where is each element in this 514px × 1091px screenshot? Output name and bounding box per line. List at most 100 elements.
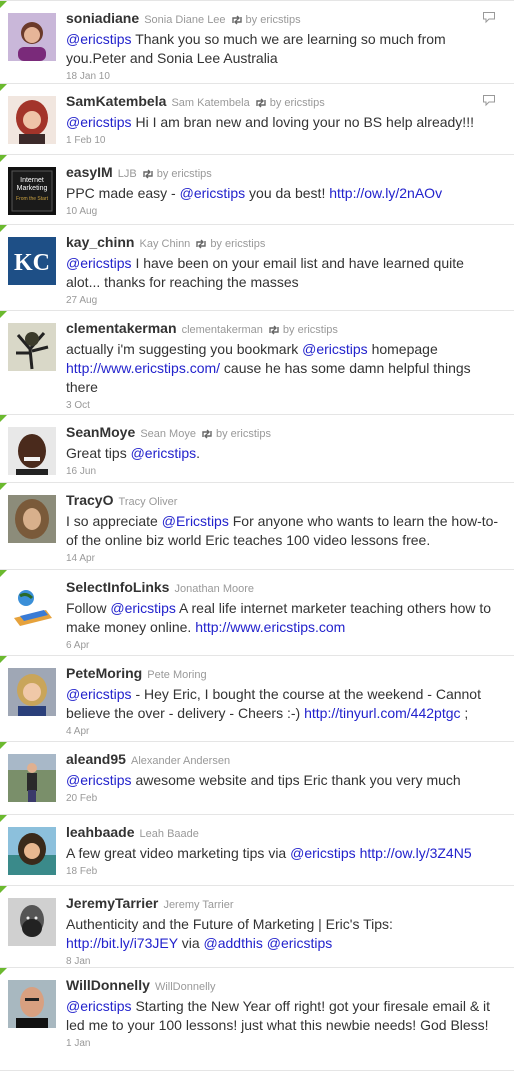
tweet-text-segment: Follow [66,600,111,616]
avatar-woman-purple[interactable] [8,13,56,61]
tweet-row[interactable]: leahbaade Leah Baade A few great video ma… [0,815,514,886]
tweet-text: @ericstips Thank you so much we are lear… [66,30,500,68]
url-link[interactable]: http://ow.ly/3Z4N5 [360,845,472,861]
tweet-row[interactable]: SeanMoye Sean Moye by ericstips Great tips… [0,415,514,483]
tweet-timestamp[interactable]: 4 Apr [66,726,500,737]
mention-link[interactable]: @ericstips [180,185,246,201]
tweet-row[interactable]: soniadiane Sonia Diane Lee by ericstips @e… [0,0,514,84]
tweet-timestamp[interactable]: 18 Feb [66,866,500,877]
full-name: Jeremy Tarrier [163,899,234,911]
tweet-timestamp[interactable]: 18 Jan 10 [66,71,500,82]
screen-name-link[interactable]: soniadiane [66,10,139,26]
url-link[interactable]: http://bit.ly/i73JEY [66,935,178,951]
reply-icon[interactable] [482,94,496,107]
tweet-text-segment: Authenticity and the Future of Marketing… [66,916,393,932]
retweeted-by-label[interactable]: by ericstips [270,97,325,109]
screen-name-link[interactable]: WillDonnelly [66,977,150,993]
mention-link[interactable]: @ericstips [302,341,368,357]
screen-name-link[interactable]: JeremyTarrier [66,895,158,911]
tweet-row[interactable]: WillDonnelly WillDonnelly @ericstips Star… [0,968,514,1071]
tweet-timestamp[interactable]: 8 Jan [66,956,500,967]
tweet-content: SamKatembela Sam Katembela by ericstips @e… [66,93,500,147]
screen-name-link[interactable]: leahbaade [66,824,134,840]
tweet-content: PeteMoring Pete Moring @ericstips - Hey E… [66,666,500,738]
tweet-header: TracyO Tracy Oliver [66,493,500,509]
tweet-row[interactable]: SamKatembela Sam Katembela by ericstips @e… [0,84,514,155]
tweet-timestamp[interactable]: 6 Apr [66,640,500,651]
tweet-timestamp[interactable]: 10 Aug [66,206,500,217]
tweet-timestamp[interactable]: 14 Apr [66,553,500,564]
retweeted-by: by ericstips [268,324,338,336]
screen-name-link[interactable]: SamKatembela [66,93,166,109]
screen-name-link[interactable]: PeteMoring [66,665,142,681]
screen-name-link[interactable]: kay_chinn [66,234,134,250]
reply-icon[interactable] [482,11,496,24]
avatar-woman-red-hair[interactable] [8,96,56,144]
avatar-woman-long-hair[interactable] [8,495,56,543]
tweet-timestamp[interactable]: 27 Aug [66,295,500,306]
retweet-icon [256,98,266,108]
tweet-row[interactable]: clementakerman clementakerman by ericstip… [0,311,514,415]
screen-name-link[interactable]: easyIM [66,164,113,180]
new-indicator-corner [0,968,7,975]
screen-name-link[interactable]: SelectInfoLinks [66,579,169,595]
tweet-timestamp[interactable]: 1 Jan [66,1038,500,1049]
screen-name-link[interactable]: SeanMoye [66,424,135,440]
retweeted-by-label[interactable]: by ericstips [210,238,265,250]
retweeted-by-label[interactable]: by ericstips [283,324,338,336]
tweet-timestamp[interactable]: 3 Oct [66,400,500,411]
avatar-man-beard-bw[interactable] [8,898,56,946]
tweet-timestamp[interactable]: 16 Jun [66,466,500,477]
tweet-timestamp[interactable]: 1 Feb 10 [66,135,500,146]
url-link[interactable]: http://www.ericstips.com [195,619,345,635]
screen-name-link[interactable]: aleand95 [66,751,126,767]
mention-link[interactable]: @ericstips [66,998,132,1014]
mention-link[interactable]: @ericstips [66,114,132,130]
mention-link[interactable]: @ericstips [131,445,197,461]
mention-link[interactable]: @Ericstips [162,513,229,529]
mention-link[interactable]: @addthis [204,935,263,951]
avatar-man-smiling[interactable] [8,427,56,475]
avatar-woman-blonde[interactable] [8,668,56,716]
tweet-row[interactable]: Internet Marketing From the Start easyIM LJ… [0,155,514,225]
url-link[interactable]: http://www.ericstips.com/ [66,360,220,376]
avatar-kc-logo[interactable]: KC [8,237,56,285]
retweeted-by-label[interactable]: by ericstips [157,168,212,180]
mention-link[interactable]: @ericstips [66,255,132,271]
mention-link[interactable]: @ericstips [267,935,333,951]
new-indicator-corner [0,155,7,162]
screen-name-link[interactable]: TracyO [66,492,113,508]
tweet-row[interactable]: JeremyTarrier Jeremy Tarrier Authenticity… [0,886,514,968]
mention-link[interactable]: @ericstips [66,686,132,702]
avatar-man-standing[interactable] [8,754,56,802]
tweet-text: I so appreciate @Ericstips For anyone wh… [66,512,500,550]
new-indicator-corner [0,742,7,749]
avatar-woman-beach[interactable] [8,827,56,875]
tweet-row[interactable]: KC kay_chinn Kay Chinn by ericstips @ericst… [0,225,514,311]
avatar-laptop-globe[interactable] [8,582,56,630]
tweet-header: PeteMoring Pete Moring [66,666,500,682]
mention-link[interactable]: @ericstips [66,31,132,47]
avatar-man-bald[interactable] [8,980,56,1028]
tweet-text: @ericstips Hi I am bran new and loving y… [66,113,500,132]
new-indicator-corner [0,225,7,232]
url-link[interactable]: http://tinyurl.com/442ptgc [304,705,460,721]
tweet-row[interactable]: PeteMoring Pete Moring @ericstips - Hey E… [0,656,514,742]
retweeted-by-label[interactable]: by ericstips [216,428,271,440]
tweet-row[interactable]: aleand95 Alexander Andersen @ericstips aw… [0,742,514,815]
url-link[interactable]: http://ow.ly/2nAOv [329,185,442,201]
tweet-header: soniadiane Sonia Diane Lee by ericstips [66,11,500,27]
mention-link[interactable]: @ericstips [290,845,356,861]
tweet-header: SeanMoye Sean Moye by ericstips [66,425,500,441]
tweet-timestamp[interactable]: 20 Feb [66,793,500,804]
tweet-row[interactable]: SelectInfoLinks Jonathan Moore Follow @er… [0,570,514,656]
mention-link[interactable]: @ericstips [66,772,132,788]
avatar-dark-tree[interactable] [8,323,56,371]
screen-name-link[interactable]: clementakerman [66,320,177,336]
avatar-internet-marketing-book[interactable]: Internet Marketing From the Start [8,167,56,215]
mention-link[interactable]: @ericstips [110,600,176,616]
retweeted-by-label[interactable]: by ericstips [246,14,301,26]
tweet-header: kay_chinn Kay Chinn by ericstips [66,235,500,251]
tweet-text: Authenticity and the Future of Marketing… [66,915,500,953]
tweet-row[interactable]: TracyO Tracy Oliver I so appreciate @Eric… [0,483,514,570]
